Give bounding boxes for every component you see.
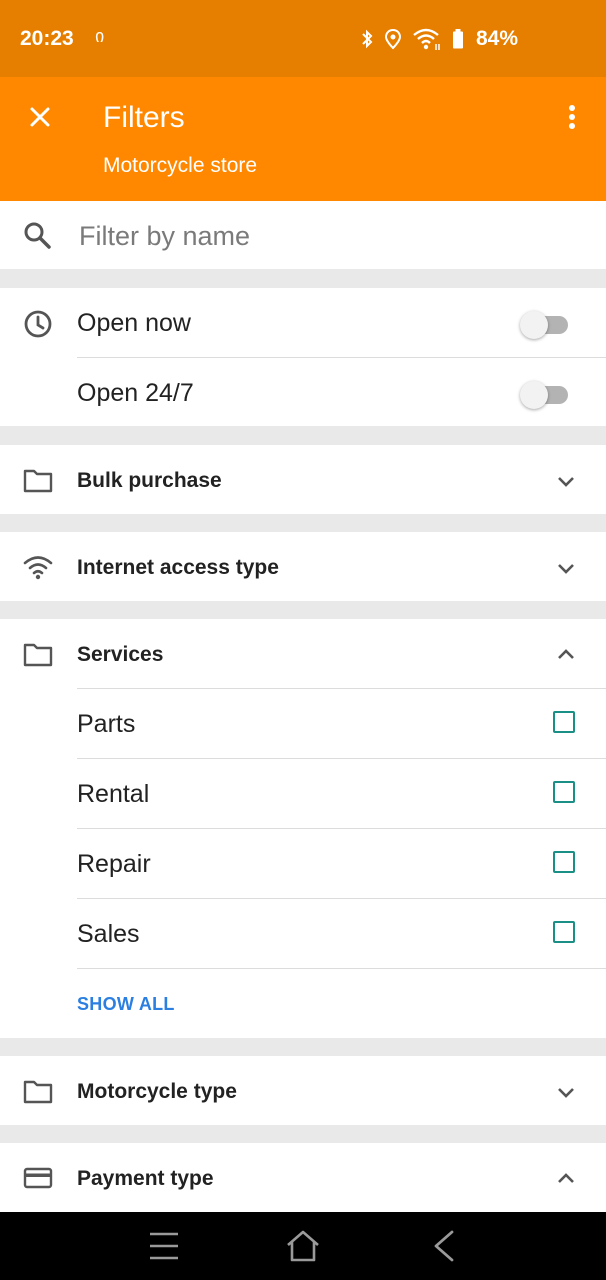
more-vert-icon[interactable]	[556, 101, 588, 133]
open-24-7-row[interactable]: Open 24/7	[0, 358, 606, 428]
list-item[interactable]: Rental	[0, 759, 606, 829]
back-icon[interactable]	[428, 1228, 458, 1264]
services-header[interactable]: Services	[0, 619, 606, 689]
bluetooth-icon	[362, 29, 373, 49]
clock-icon	[24, 310, 52, 338]
group-services: Services Parts Rental Repair Sales SHOW …	[0, 619, 606, 1038]
open-now-label: Open now	[77, 309, 191, 337]
bulk-purchase-header[interactable]: Bulk purchase	[0, 445, 606, 515]
chevron-down-icon[interactable]	[554, 469, 578, 493]
status-icons: 84%	[360, 22, 518, 56]
location-icon	[384, 28, 402, 50]
internet-access-label: Internet access type	[77, 556, 279, 579]
hours-section: Open now Open 24/7	[0, 288, 606, 426]
services-label: Services	[77, 643, 164, 666]
payment-type-label: Payment type	[77, 1167, 214, 1190]
app-bar: Filters Motorcycle store	[0, 77, 606, 201]
group-motorcycle-type[interactable]: Motorcycle type	[0, 1056, 606, 1125]
hotspot-icon: ი	[95, 26, 105, 46]
page-subtitle: Motorcycle store	[103, 154, 258, 177]
service-label: Parts	[77, 710, 136, 738]
service-checkbox[interactable]	[553, 711, 575, 733]
service-checkbox[interactable]	[553, 921, 575, 943]
open-24-7-label: Open 24/7	[77, 379, 194, 407]
wifi-icon	[23, 556, 53, 580]
home-icon[interactable]	[284, 1228, 322, 1264]
close-icon[interactable]	[24, 101, 56, 133]
motorcycle-type-label: Motorcycle type	[77, 1080, 237, 1103]
battery-icon	[453, 29, 463, 49]
show-all-row: SHOW ALL	[0, 969, 606, 1038]
service-label: Rental	[77, 780, 150, 808]
list-item[interactable]: Sales	[0, 899, 606, 969]
open-now-toggle[interactable]	[520, 310, 570, 339]
search-input[interactable]	[77, 213, 581, 259]
group-payment-type[interactable]: Payment type	[0, 1143, 606, 1212]
payment-type-header[interactable]: Payment type	[0, 1143, 606, 1213]
battery-percent: 84%	[476, 27, 519, 50]
bulk-purchase-label: Bulk purchase	[77, 469, 222, 492]
page-title: Filters	[103, 101, 185, 134]
folder-icon	[23, 469, 53, 493]
service-label: Repair	[77, 850, 151, 878]
open-24-7-toggle[interactable]	[520, 380, 570, 409]
recent-apps-icon[interactable]	[146, 1228, 182, 1264]
chevron-down-icon[interactable]	[554, 1080, 578, 1104]
list-item[interactable]: Repair	[0, 829, 606, 899]
system-nav-bar	[0, 1212, 606, 1280]
folder-icon	[23, 643, 53, 667]
service-label: Sales	[77, 920, 140, 948]
folder-icon	[23, 1080, 53, 1104]
chevron-up-icon[interactable]	[554, 1167, 578, 1191]
motorcycle-type-header[interactable]: Motorcycle type	[0, 1056, 606, 1126]
status-bar: 20:23 ი 84%	[0, 0, 606, 77]
chevron-down-icon[interactable]	[554, 556, 578, 580]
wifi-status-icon	[413, 28, 440, 50]
search-icon	[24, 222, 51, 249]
list-item[interactable]: Parts	[0, 689, 606, 759]
show-all-button[interactable]: SHOW ALL	[77, 994, 175, 1015]
open-now-row[interactable]: Open now	[0, 288, 606, 358]
status-time: 20:23	[20, 27, 74, 50]
internet-access-header[interactable]: Internet access type	[0, 532, 606, 602]
service-checkbox[interactable]	[553, 851, 575, 873]
chevron-up-icon[interactable]	[554, 643, 578, 667]
credit-card-icon	[23, 1167, 53, 1189]
service-checkbox[interactable]	[553, 781, 575, 803]
search-section	[0, 201, 606, 269]
group-bulk-purchase[interactable]: Bulk purchase	[0, 445, 606, 514]
group-internet-access[interactable]: Internet access type	[0, 532, 606, 601]
